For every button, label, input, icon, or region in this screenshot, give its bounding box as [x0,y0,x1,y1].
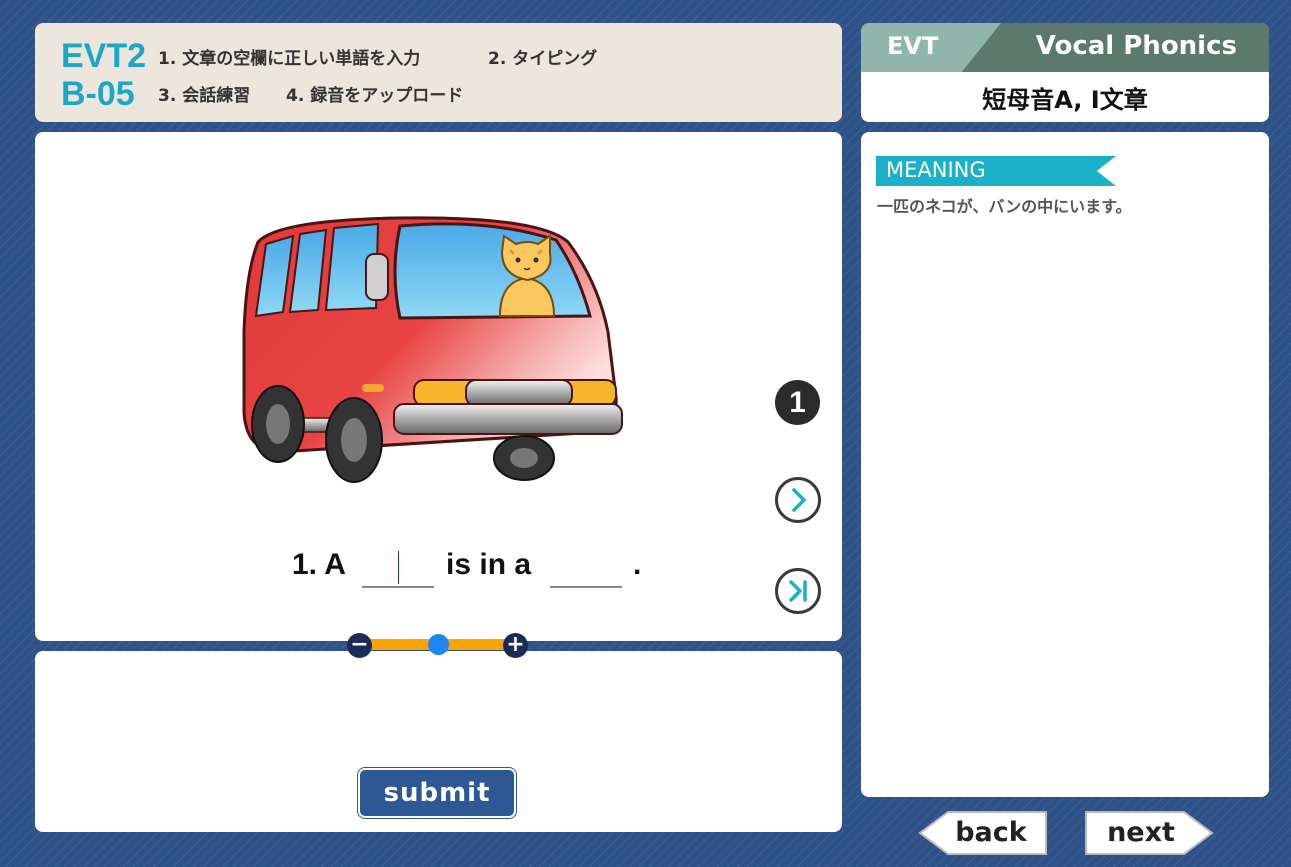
course-title-card: EVT Vocal Phonics 短母音A, I文章 [861,23,1269,122]
zoom-in-button[interactable]: + [503,633,528,658]
back-label: back [955,817,1027,848]
next-question-button[interactable] [775,477,821,523]
text-caret [398,551,399,584]
meaning-panel: MEANING 一匹のネコが、バンの中にいます。 [861,132,1269,797]
step-1: 1. 文章の空欄に正しい単語を入力 [158,49,421,69]
zoom-slider-thumb[interactable] [428,634,449,655]
submit-button[interactable]: submit [360,770,514,816]
brand-title: Vocal Phonics [1035,31,1237,61]
skip-to-end-icon [789,580,807,602]
unit-code-line1: EVT2 [61,37,147,75]
last-question-button[interactable] [775,568,821,614]
blank-2-input[interactable] [550,552,622,588]
next-label: next [1107,817,1175,848]
sentence-middle: is in a [446,548,532,581]
submit-label: submit [383,778,491,808]
step-4: 4. 録音をアップロード [286,86,464,106]
step-3: 3. 会話練習 [158,86,251,106]
unit-code: EVT2 B-05 [61,37,146,113]
sentence-end: . [633,548,642,581]
question-number-badge: 1 [775,380,820,425]
lesson-title: 短母音A, I文章 [982,86,1148,114]
step-2: 2. タイピング [488,49,598,69]
chevron-right-icon [792,488,806,512]
meaning-text: 一匹のネコが、バンの中にいます。 [877,197,1132,216]
sentence-prefix: 1. A [292,548,346,581]
lesson-header: EVT2 B-05 1. 文章の空欄に正しい単語を入力 2. タイピング 3. … [35,23,842,122]
next-button[interactable]: next [1084,811,1214,855]
back-button[interactable]: back [918,811,1048,855]
unit-code-line2: B-05 [61,75,135,113]
meaning-tag: MEANING [876,156,1116,186]
meaning-tag-label: MEANING [886,158,986,182]
van-illustration [242,216,623,483]
evt-label: EVT [887,32,939,60]
zoom-out-button[interactable]: − [347,633,372,658]
